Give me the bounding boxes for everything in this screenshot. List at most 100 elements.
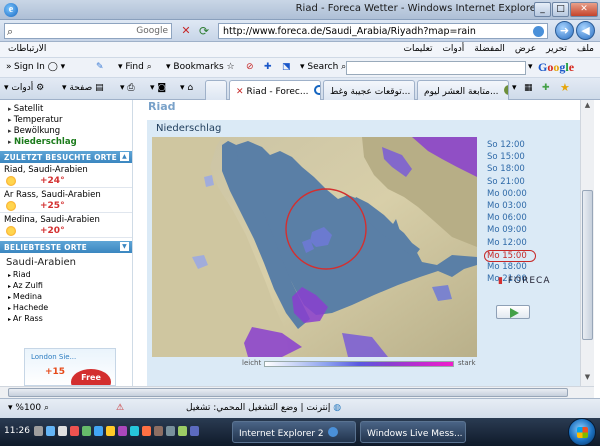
recent-place-item[interactable]: Ar Rass, Saudi-Arabien +25° <box>0 188 132 213</box>
forecast-time-link[interactable]: Mo 09:00 <box>487 225 543 237</box>
forecast-time-link[interactable]: Mo 15:00 <box>484 249 536 262</box>
zoom-control[interactable]: ▾ %100 ⌕ <box>8 403 49 413</box>
tray-icon[interactable] <box>154 426 163 436</box>
horizontal-scrollbar[interactable] <box>0 386 594 398</box>
tray-icon[interactable] <box>190 426 199 436</box>
place-name[interactable]: Riad, Saudi-Arabien <box>4 165 128 175</box>
settings-wrench-icon[interactable]: ✎ <box>96 62 104 72</box>
forecast-time-link[interactable]: Mo 03:00 <box>487 201 543 213</box>
add-plus-icon[interactable]: ✚ <box>264 62 272 72</box>
popular-place-link[interactable]: Medina <box>8 292 132 303</box>
scroll-up-arrow[interactable]: ▲ <box>582 101 593 113</box>
sign-in-button[interactable]: Sign In ◯ ▾ <box>14 62 65 72</box>
close-window-button[interactable]: ✕ <box>570 2 598 17</box>
advertisement-banner[interactable]: London Sie... +15 Free <box>24 348 116 386</box>
tray-icon[interactable] <box>178 426 187 436</box>
forecast-time-link[interactable]: Mo 00:00 <box>487 189 543 201</box>
add-favorite-icon[interactable]: ✚ <box>542 83 550 93</box>
forecast-time-link[interactable]: Mo 18:00 <box>487 262 543 274</box>
print-button[interactable]: ▾ ⎙ <box>120 83 135 93</box>
system-clock[interactable]: 11:26 <box>4 426 30 436</box>
feeds-button[interactable]: ▾ ◙ <box>150 83 166 93</box>
quick-tabs-icon[interactable]: ▦ <box>524 83 533 93</box>
url-field[interactable]: http://www.foreca.de/Saudi_Arabia/Riyadh… <box>218 23 548 39</box>
tray-icon[interactable] <box>94 426 103 436</box>
tab-forecast-2[interactable]: توقعات عجيبة وغط... <box>323 80 415 100</box>
play-animation-button[interactable] <box>496 305 530 319</box>
start-button[interactable] <box>568 418 596 446</box>
nav-bewolkung[interactable]: Bewölkung <box>8 126 132 137</box>
collapse-arrow-icon[interactable]: ▼ <box>120 242 129 251</box>
tray-icon[interactable] <box>58 426 67 436</box>
place-name[interactable]: Ar Rass, Saudi-Arabien <box>4 190 128 200</box>
forward-button[interactable]: ◀ <box>576 21 595 40</box>
tray-icon[interactable] <box>166 426 175 436</box>
menu-tools[interactable]: أدوات <box>442 44 464 54</box>
popular-place-link[interactable]: Ar Rass <box>8 314 132 325</box>
tray-icon[interactable] <box>82 426 91 436</box>
new-tab-button[interactable] <box>205 80 227 100</box>
close-tab-icon[interactable]: ✕ <box>236 87 244 97</box>
maximize-button[interactable]: □ <box>552 2 569 17</box>
share-icon[interactable]: ⬔ <box>282 62 291 72</box>
google-search-input[interactable] <box>346 61 526 75</box>
tray-icon[interactable] <box>130 426 139 436</box>
forecast-time-link[interactable]: So 15:00 <box>487 152 543 164</box>
popular-place-link[interactable]: Riad <box>8 270 132 281</box>
menu-view[interactable]: عرض <box>515 44 536 54</box>
place-name[interactable]: Medina, Saudi-Arabien <box>4 215 128 225</box>
refresh-button[interactable]: ⟳ <box>196 23 212 39</box>
tray-icon[interactable] <box>142 426 151 436</box>
nav-niederschlag[interactable]: Niederschlag <box>8 137 132 148</box>
home-button[interactable]: ▾ ⌂ <box>180 83 193 93</box>
precipitation-map[interactable] <box>152 137 477 357</box>
forecast-time-link[interactable]: Mo 12:00 <box>487 238 543 250</box>
forecast-time-link[interactable]: Mo 06:00 <box>487 213 543 225</box>
tab-riad-foreca[interactable]: ✕ Riad - Forec... <box>229 80 321 100</box>
forecast-time-link[interactable]: So 21:00 <box>487 177 543 189</box>
back-button[interactable]: ➜ <box>555 21 574 40</box>
menu-edit[interactable]: تحرير <box>546 44 567 54</box>
quick-search-input[interactable]: ⌕ Google <box>4 23 172 39</box>
tray-icon[interactable] <box>70 426 79 436</box>
taskbar-live-messenger[interactable]: Windows Live Mess... <box>360 421 466 443</box>
tab-list-icon[interactable]: ▾ <box>512 83 517 93</box>
menu-favorites[interactable]: المفضلة <box>474 44 505 54</box>
recent-place-item[interactable]: Riad, Saudi-Arabien +24° <box>0 163 132 188</box>
toolbar-options-icon[interactable]: » <box>6 62 12 72</box>
place-temperature: +20° <box>40 226 65 236</box>
google-logo[interactable]: Google <box>538 60 574 75</box>
tray-icon[interactable] <box>118 426 127 436</box>
popular-place-link[interactable]: Az Zulfi <box>8 281 132 292</box>
tools-menu-button[interactable]: ▾ أدوات ⚙ <box>4 83 44 93</box>
recent-place-item[interactable]: Medina, Saudi-Arabien +20° <box>0 213 132 238</box>
scroll-thumb[interactable] <box>582 190 593 340</box>
forecast-time-link[interactable]: So 12:00 <box>487 140 543 152</box>
vertical-scrollbar[interactable]: ▲ ▼ <box>580 100 594 386</box>
popup-blocker-icon[interactable]: ⊘ <box>246 62 254 72</box>
bookmarks-button[interactable]: ▾ Bookmarks ☆ <box>166 62 235 72</box>
scroll-thumb[interactable] <box>8 388 568 397</box>
network-icon[interactable] <box>46 426 55 436</box>
volume-icon[interactable] <box>34 426 43 436</box>
search-provider-label: Google <box>136 26 168 36</box>
google-dropdown-icon[interactable]: ▾ <box>528 62 533 72</box>
forecast-time-link[interactable]: So 18:00 <box>487 164 543 176</box>
menu-help[interactable]: تعليمات <box>403 44 432 54</box>
menu-file[interactable]: ملف <box>577 44 594 54</box>
nav-temperatur[interactable]: Temperatur <box>8 115 132 126</box>
collapse-arrow-icon[interactable]: ▲ <box>120 152 129 161</box>
search-button[interactable]: ▾ Search ⌕ <box>300 62 346 72</box>
tab-forecast-3[interactable]: متابعة العشر ليوم... <box>417 80 509 100</box>
taskbar-internet-explorer[interactable]: Internet Explorer 2 <box>232 421 356 443</box>
tray-icon[interactable] <box>106 426 115 436</box>
stop-button[interactable]: ✕ <box>178 23 194 39</box>
scroll-down-arrow[interactable]: ▼ <box>582 373 593 385</box>
links-toolbar-label[interactable]: الارتباطات <box>8 44 46 54</box>
find-button[interactable]: ▾ Find ⌕ <box>118 62 152 72</box>
nav-satellit[interactable]: Satellit <box>8 104 132 115</box>
minimize-button[interactable]: _ <box>534 2 551 17</box>
popular-place-link[interactable]: Hachede <box>8 303 132 314</box>
page-menu-button[interactable]: ▾ صفحة ▤ <box>62 83 104 93</box>
favorites-star-icon[interactable]: ★ <box>560 81 570 94</box>
